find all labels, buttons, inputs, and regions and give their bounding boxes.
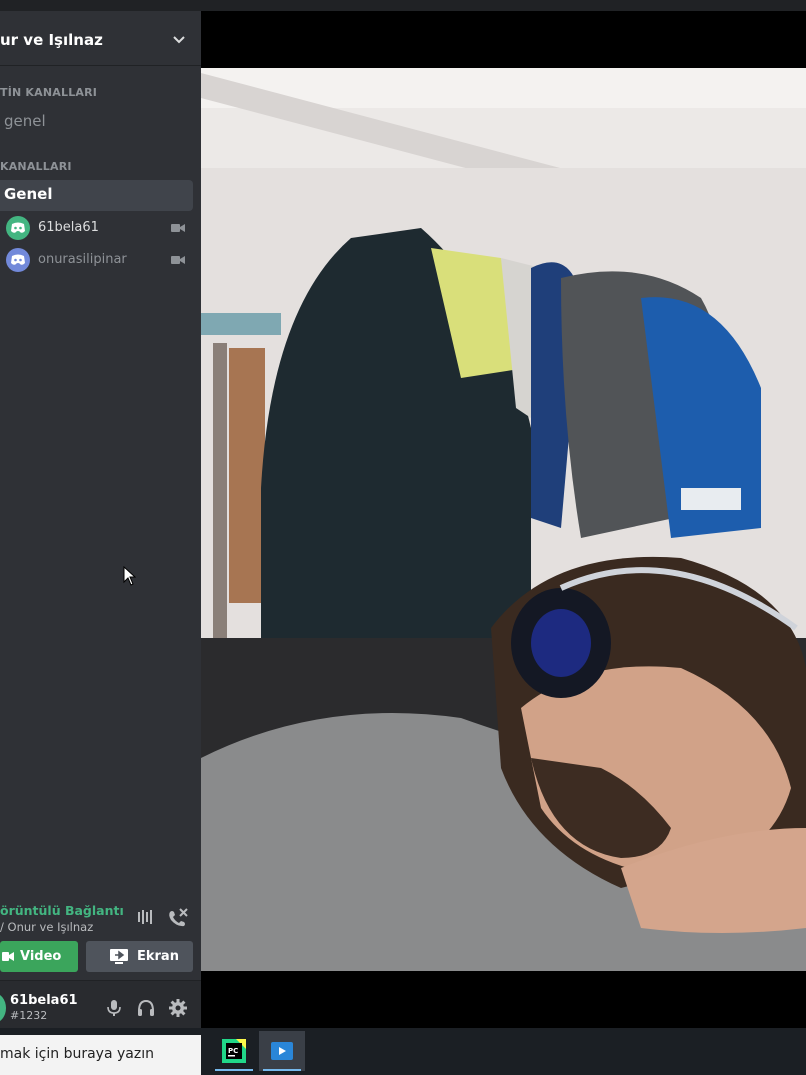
webcam-image: [201, 68, 806, 971]
voice-user-name: 61bela61: [38, 220, 99, 235]
window-top-strip: [0, 0, 806, 11]
video-feed[interactable]: [201, 68, 806, 971]
running-indicator: [215, 1069, 253, 1071]
avatar: [6, 248, 30, 272]
channel-sidebar: ur ve Işılnaz TİN KANALLARI genel KANALL…: [0, 11, 201, 1035]
screen-share-label: Ekran: [137, 949, 179, 964]
discord-logo-icon: [11, 254, 25, 265]
voice-channels-category[interactable]: KANALLARI: [0, 160, 72, 173]
screen-share-button[interactable]: Ekran: [86, 941, 193, 972]
discord-logo-icon: [11, 222, 25, 233]
mouse-cursor-icon: [123, 566, 136, 586]
voice-user[interactable]: onurasilipinar: [0, 246, 195, 274]
screen-share-icon: [110, 949, 128, 964]
microphone-icon[interactable]: [104, 998, 124, 1018]
user-name[interactable]: 61bela61: [10, 993, 78, 1008]
windows-taskbar: mak için buraya yazın PC: [0, 1028, 806, 1075]
text-channel-genel[interactable]: genel: [4, 112, 46, 130]
headphones-icon[interactable]: [136, 998, 156, 1018]
video-button-label: Video: [20, 949, 62, 964]
noise-suppression-icon[interactable]: [137, 909, 155, 925]
voice-connection-status[interactable]: örüntülü Bağlantı Ku: [0, 903, 126, 918]
voice-user[interactable]: 61bela61: [0, 214, 195, 242]
taskbar-app-media-player[interactable]: [259, 1031, 305, 1071]
running-indicator: [263, 1069, 301, 1071]
voice-channel-label: Genel: [4, 185, 53, 203]
camera-icon: [171, 224, 185, 232]
media-player-icon: [271, 1042, 293, 1060]
voice-channel-genel[interactable]: Genel: [0, 180, 193, 211]
voice-connection-location[interactable]: / Onur ve Işılnaz: [0, 920, 93, 934]
chevron-down-icon[interactable]: [171, 31, 187, 47]
disconnect-icon[interactable]: [167, 907, 189, 927]
voice-user-name: onurasilipinar: [38, 252, 127, 267]
taskbar-search-input[interactable]: mak için buraya yazın: [0, 1035, 201, 1075]
user-tag: #1232: [10, 1009, 48, 1022]
svg-text:PC: PC: [228, 1047, 238, 1055]
text-channels-category[interactable]: TİN KANALLARI: [0, 86, 97, 99]
avatar[interactable]: [0, 993, 6, 1023]
taskbar-app-pycharm[interactable]: PC: [211, 1031, 257, 1071]
voice-connection-panel: örüntülü Bağlantı Ku / Onur ve Işılnaz V…: [0, 899, 201, 981]
gear-icon[interactable]: [168, 998, 188, 1018]
avatar: [6, 216, 30, 240]
search-placeholder: mak için buraya yazın: [0, 1046, 154, 1062]
camera-icon: [2, 952, 14, 961]
video-button[interactable]: Video: [0, 941, 78, 972]
server-header[interactable]: ur ve Işılnaz: [0, 11, 201, 66]
server-name: ur ve Işılnaz: [0, 31, 103, 49]
user-panel: 61bela61 #1232: [0, 981, 201, 1035]
camera-icon: [171, 256, 185, 264]
pycharm-icon: PC: [222, 1039, 246, 1063]
